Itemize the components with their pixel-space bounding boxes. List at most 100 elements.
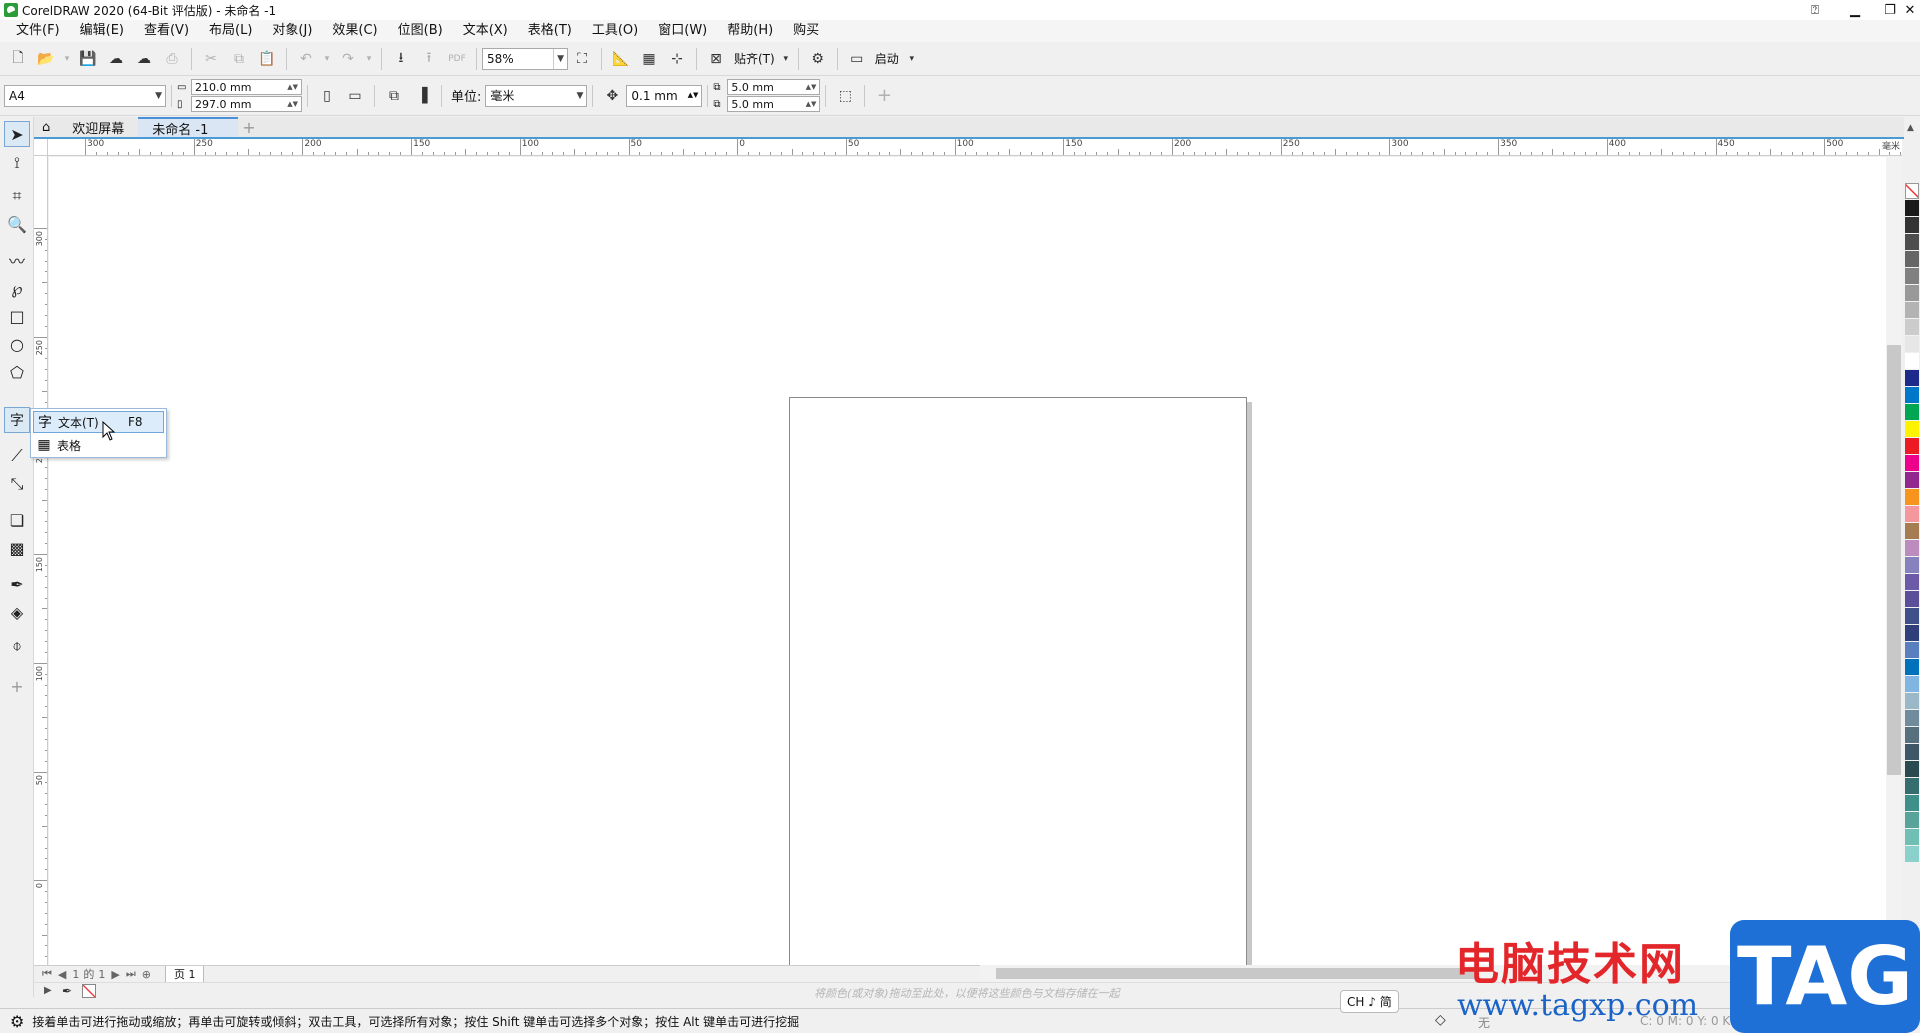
undo-dropdown-icon[interactable]: ▾ (322, 47, 332, 71)
no-color-swatch[interactable] (82, 984, 96, 998)
open-icon[interactable]: 📂 (34, 47, 58, 71)
help-icon[interactable]: ⍰ (1795, 0, 1835, 20)
a4-page[interactable] (789, 397, 1247, 965)
menu-help[interactable]: 帮助(H) (717, 20, 783, 42)
close-button[interactable]: ✕ (1900, 0, 1920, 20)
open-dropdown-icon[interactable]: ▾ (62, 47, 72, 71)
page-width-field[interactable]: 210.0 mm ▲▼ (191, 79, 302, 95)
color-swatch[interactable] (1905, 812, 1919, 828)
page-height-field[interactable]: 297.0 mm ▲▼ (191, 96, 302, 112)
color-swatch[interactable] (1905, 353, 1919, 369)
color-swatch[interactable] (1905, 268, 1919, 284)
color-eyedropper-icon[interactable]: ✒ (4, 571, 30, 597)
color-swatch[interactable] (1905, 183, 1919, 199)
artistic-media-icon[interactable]: ℘ (4, 275, 30, 301)
color-swatch[interactable] (1905, 421, 1919, 437)
text-tool-icon[interactable]: 字 (4, 407, 30, 433)
flyout-item-table[interactable]: ▦ 表格 (33, 434, 164, 456)
freehand-tool-icon[interactable]: 〰 (4, 247, 30, 273)
color-swatch[interactable] (1905, 642, 1919, 658)
print-icon[interactable]: ⎙ (160, 47, 184, 71)
units-combo[interactable]: 毫米 ▼ (485, 84, 588, 107)
color-swatch[interactable] (1905, 761, 1919, 777)
crop-tool-icon[interactable]: ⌗ (4, 183, 30, 209)
color-swatch[interactable] (1905, 251, 1919, 267)
color-swatch[interactable] (1905, 795, 1919, 811)
full-screen-icon[interactable]: ⛶ (570, 47, 594, 71)
menu-effects[interactable]: 效果(C) (322, 20, 387, 42)
page-1-tab[interactable]: 页 1 (164, 965, 205, 983)
cut-icon[interactable]: ✂ (199, 47, 223, 71)
shape-tool-icon[interactable]: ⟟ (4, 150, 30, 176)
launch-icon[interactable]: ▭ (845, 47, 869, 71)
color-swatch[interactable] (1905, 591, 1919, 607)
rectangle-tool-icon[interactable]: □ (4, 303, 30, 329)
menu-view[interactable]: 查看(V) (134, 20, 199, 42)
expand-arrow-icon[interactable]: ▶ (44, 985, 52, 996)
color-swatch[interactable] (1905, 676, 1919, 692)
color-swatch[interactable] (1905, 574, 1919, 590)
ellipse-tool-icon[interactable]: ○ (4, 331, 30, 357)
polygon-tool-icon[interactable]: ⬠ (4, 359, 30, 385)
color-swatch[interactable] (1905, 540, 1919, 556)
redo-icon[interactable]: ↷ (336, 47, 360, 71)
color-swatch[interactable] (1905, 727, 1919, 743)
save-icon[interactable]: 💾 (76, 47, 100, 71)
duplicate-x-field[interactable]: 5.0 mm ▲▼ (727, 79, 821, 95)
prev-page-icon[interactable]: ◀ (58, 968, 66, 981)
cloud-download-icon[interactable]: ☁ (104, 47, 128, 71)
color-swatch[interactable] (1905, 438, 1919, 454)
color-swatch[interactable] (1905, 285, 1919, 301)
nudge-field[interactable]: 0.1 mm ▲▼ (626, 84, 703, 107)
color-swatch[interactable] (1905, 625, 1919, 641)
color-swatch[interactable] (1905, 778, 1919, 794)
last-page-icon[interactable]: ⏭ (126, 967, 136, 981)
cloud-upload-icon[interactable]: ☁ (132, 47, 156, 71)
add-icon[interactable]: + (872, 84, 896, 108)
redo-dropdown-icon[interactable]: ▾ (364, 47, 374, 71)
interactive-fill-icon[interactable]: ◈ (4, 599, 30, 625)
menu-window[interactable]: 窗口(W) (648, 20, 717, 42)
duplicate-y-field[interactable]: 5.0 mm ▲▼ (727, 96, 821, 112)
horizontal-scroll-thumb[interactable] (996, 968, 1476, 979)
show-guidelines-icon[interactable]: ⊹ (665, 47, 689, 71)
color-swatch[interactable] (1905, 557, 1919, 573)
color-swatch[interactable] (1905, 370, 1919, 386)
color-swatch[interactable] (1905, 234, 1919, 250)
ruler-origin[interactable] (34, 139, 48, 156)
color-swatch[interactable] (1905, 200, 1919, 216)
palette-scroll-up-icon[interactable]: ▲ (1907, 123, 1914, 133)
zoom-tool-icon[interactable]: 🔍 (4, 211, 30, 237)
paste-icon[interactable]: 📋 (255, 47, 279, 71)
color-swatch[interactable] (1905, 506, 1919, 522)
menu-object[interactable]: 对象(J) (262, 20, 322, 42)
tab-untitled-1[interactable]: 未命名 -1 (138, 117, 239, 138)
color-swatch[interactable] (1905, 710, 1919, 726)
landscape-icon[interactable]: ▭ (343, 84, 367, 108)
page-size-combo[interactable]: A4 ▼ (4, 84, 166, 107)
snap-off-icon[interactable]: ⊠ (704, 47, 728, 71)
color-swatch[interactable] (1905, 387, 1919, 403)
color-swatch[interactable] (1905, 829, 1919, 845)
import-icon[interactable]: ⭳ (389, 47, 413, 71)
tab-welcome-screen[interactable]: 欢迎屏幕 (58, 117, 138, 137)
color-swatch[interactable] (1905, 608, 1919, 624)
minimize-button[interactable]: ▁ (1835, 0, 1875, 20)
menu-table[interactable]: 表格(T) (518, 20, 582, 42)
launch-menu[interactable]: 启动 (875, 50, 899, 67)
color-swatch[interactable] (1905, 319, 1919, 335)
color-swatch[interactable] (1905, 846, 1919, 862)
menu-edit[interactable]: 编辑(E) (70, 20, 134, 42)
color-swatch[interactable] (1905, 404, 1919, 420)
transparency-icon[interactable]: ▩ (4, 535, 30, 561)
vertical-ruler[interactable]: 300250200150100500 (34, 156, 48, 965)
pick-tool-icon[interactable]: ➤ (4, 121, 30, 147)
first-page-icon[interactable]: ⏮ (42, 967, 52, 981)
add-page-icon[interactable]: ⊕ (142, 968, 151, 981)
copy-icon[interactable]: ⧉ (227, 47, 251, 71)
menu-layout[interactable]: 布局(L) (199, 20, 262, 42)
snap-dropdown-icon[interactable]: ▾ (781, 47, 791, 71)
horizontal-ruler[interactable]: 300 250 200 150 100 50 0 50 100 150 200 250 300 350 40… (48, 139, 1902, 156)
drop-shadow-icon[interactable]: ❏ (4, 507, 30, 533)
pdf-icon[interactable]: PDF (445, 47, 469, 71)
